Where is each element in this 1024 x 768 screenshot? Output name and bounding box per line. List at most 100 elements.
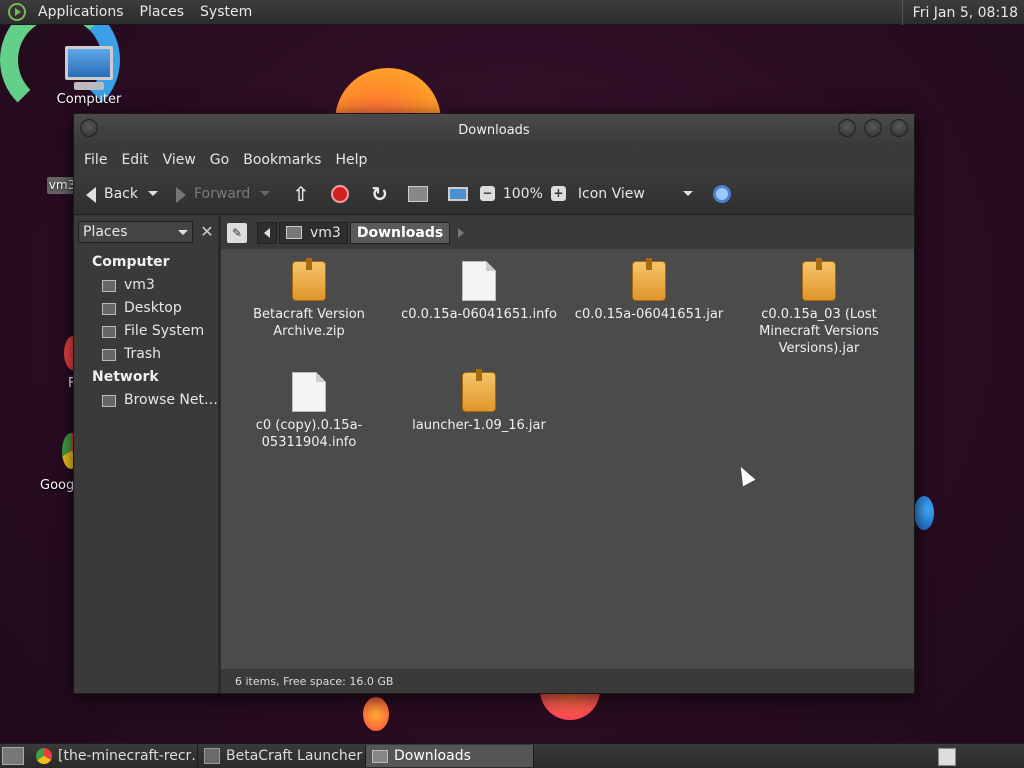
places-heading-computer: Computer: [92, 254, 170, 270]
stop-button[interactable]: [331, 179, 350, 209]
sidebar-item-label: Desktop: [124, 300, 182, 316]
menu-help[interactable]: Help: [328, 152, 374, 168]
home-folder-icon: [286, 226, 302, 239]
home-button[interactable]: [407, 179, 428, 209]
minimize-button[interactable]: [838, 119, 856, 137]
taskbar-item-betacraft[interactable]: BetaCraft Launcher …: [198, 745, 366, 767]
chrome-icon: [36, 748, 52, 764]
drive-icon: [102, 325, 116, 338]
back-label: Back: [104, 185, 138, 202]
stop-icon: [331, 184, 350, 203]
view-mode-label: Icon View: [577, 185, 645, 202]
desktop-icon-label-partial[interactable]: Goog: [40, 478, 74, 493]
file-name: c0.0.15a-06041651.jar: [574, 307, 724, 322]
menu-edit[interactable]: Edit: [114, 152, 155, 168]
sidebar-item-label: vm3: [124, 277, 155, 293]
file-grid: Betacraft Version Archive.zip c0.0.15a-0…: [221, 249, 914, 669]
main-area: Places ✕ Computer vm3 Desktop File Syste…: [74, 216, 914, 693]
sidebar-item-file-system[interactable]: File System: [74, 320, 218, 343]
file-item[interactable]: c0 (copy).0.15a-05311904.info: [229, 372, 389, 451]
path-button-vm3[interactable]: vm3: [279, 221, 348, 244]
forward-button[interactable]: Forward: [174, 179, 271, 209]
close-sidebar-icon[interactable]: ✕: [197, 222, 217, 242]
file-item[interactable]: c0.0.15a_03 (Lost Minecraft Versions Ver…: [739, 258, 899, 357]
sidebar-mode-label: Places: [83, 224, 128, 240]
sidebar-item-label: File System: [124, 323, 205, 339]
window-menu-button[interactable]: [80, 119, 98, 137]
path-scroll-right-button[interactable]: [452, 222, 470, 244]
menubar: File Edit View Go Bookmarks Help: [74, 146, 914, 173]
menu-go[interactable]: Go: [203, 152, 236, 168]
computer-icon: [65, 46, 113, 80]
workspace-switcher[interactable]: [938, 748, 956, 766]
taskbar-item-label: BetaCraft Launcher …: [226, 748, 366, 764]
reload-icon: ↻: [371, 181, 388, 206]
network-icon: [102, 394, 116, 407]
file-name: c0 (copy).0.15a-05311904.info: [255, 418, 363, 450]
sidebar-mode-select[interactable]: Places: [78, 221, 193, 243]
chevron-right-icon: [458, 227, 465, 238]
sidebar-item-vm3[interactable]: vm3: [74, 274, 218, 297]
panel-menu-applications[interactable]: Applications: [30, 4, 132, 20]
zoom-out-button[interactable]: −: [479, 179, 495, 209]
panel-menu-places[interactable]: Places: [132, 4, 193, 20]
file-item[interactable]: c0.0.15a-06041651.info: [399, 261, 559, 323]
up-button[interactable]: ⇧: [292, 179, 309, 209]
package-icon: [632, 258, 666, 301]
path-bar: ✎ vm3 Downloads: [221, 216, 914, 249]
zoom-in-icon: +: [550, 186, 566, 201]
computer-button[interactable]: [447, 179, 468, 209]
path-button-downloads[interactable]: Downloads: [349, 221, 451, 244]
sidebar-item-desktop[interactable]: Desktop: [74, 297, 218, 320]
zoom-level: 100%: [502, 185, 543, 202]
places-list: Computer vm3 Desktop File System Trash N…: [74, 243, 218, 412]
search-button[interactable]: [712, 179, 731, 209]
file-name: launcher-1.09_16.jar: [412, 418, 546, 433]
home-folder-icon: [407, 185, 428, 202]
path-scroll-left-button[interactable]: [257, 221, 277, 244]
file-item[interactable]: c0.0.15a-06041651.jar: [569, 258, 729, 323]
taskbar-item-downloads[interactable]: Downloads: [366, 745, 534, 767]
distro-logo-icon[interactable]: [8, 3, 26, 21]
panel-clock[interactable]: Fri Jan 5, 08:18: [901, 0, 1024, 25]
desktop-folder-icon: [102, 302, 116, 315]
zoom-out-icon: −: [479, 186, 495, 201]
show-desktop-icon[interactable]: [2, 747, 24, 765]
view-mode-select[interactable]: Icon View: [578, 179, 693, 209]
wallpaper-shape: [363, 697, 389, 731]
file-item[interactable]: launcher-1.09_16.jar: [399, 369, 559, 434]
reload-button[interactable]: ↻: [371, 179, 388, 209]
sidebar-item-label: Trash: [124, 346, 161, 362]
window-titlebar[interactable]: Downloads: [74, 114, 914, 146]
zoom-in-button[interactable]: +: [550, 179, 566, 209]
back-history-dropdown-icon[interactable]: [148, 191, 158, 196]
taskbar-item-terminal[interactable]: [the-minecraft-recr…: [30, 745, 198, 767]
menu-view[interactable]: View: [156, 152, 203, 168]
maximize-button[interactable]: [864, 119, 882, 137]
menu-file[interactable]: File: [77, 152, 114, 168]
document-icon: [292, 372, 326, 412]
back-arrow-icon: [86, 187, 96, 203]
close-button[interactable]: [890, 119, 908, 137]
forward-label: Forward: [194, 185, 251, 202]
file-item[interactable]: Betacraft Version Archive.zip: [229, 258, 389, 340]
forward-arrow-icon: [176, 187, 186, 203]
sidebar-item-label: Browse Net…: [124, 392, 219, 408]
chevron-down-icon: [682, 191, 693, 196]
back-button[interactable]: Back: [84, 179, 158, 209]
file-manager-window: Downloads File Edit View Go Bookmarks He…: [73, 113, 915, 694]
package-icon: [462, 369, 496, 412]
sidebar-item-browse-network[interactable]: Browse Net…: [74, 389, 218, 412]
sidebar-item-trash[interactable]: Trash: [74, 343, 218, 366]
menu-bookmarks[interactable]: Bookmarks: [236, 152, 328, 168]
forward-history-dropdown-icon[interactable]: [260, 191, 271, 196]
desktop-icon-computer[interactable]: Computer: [50, 46, 128, 107]
edit-location-icon[interactable]: ✎: [227, 222, 247, 243]
places-heading-network: Network: [92, 369, 159, 385]
panel-menu-system[interactable]: System: [192, 4, 260, 20]
computer-icon-stand: [74, 82, 104, 90]
java-app-icon: [204, 748, 220, 764]
chevron-down-icon: [178, 229, 188, 235]
path-button-label: Downloads: [356, 224, 444, 241]
file-name: c0.0.15a_03 (Lost Minecraft Versions Ver…: [759, 307, 879, 356]
